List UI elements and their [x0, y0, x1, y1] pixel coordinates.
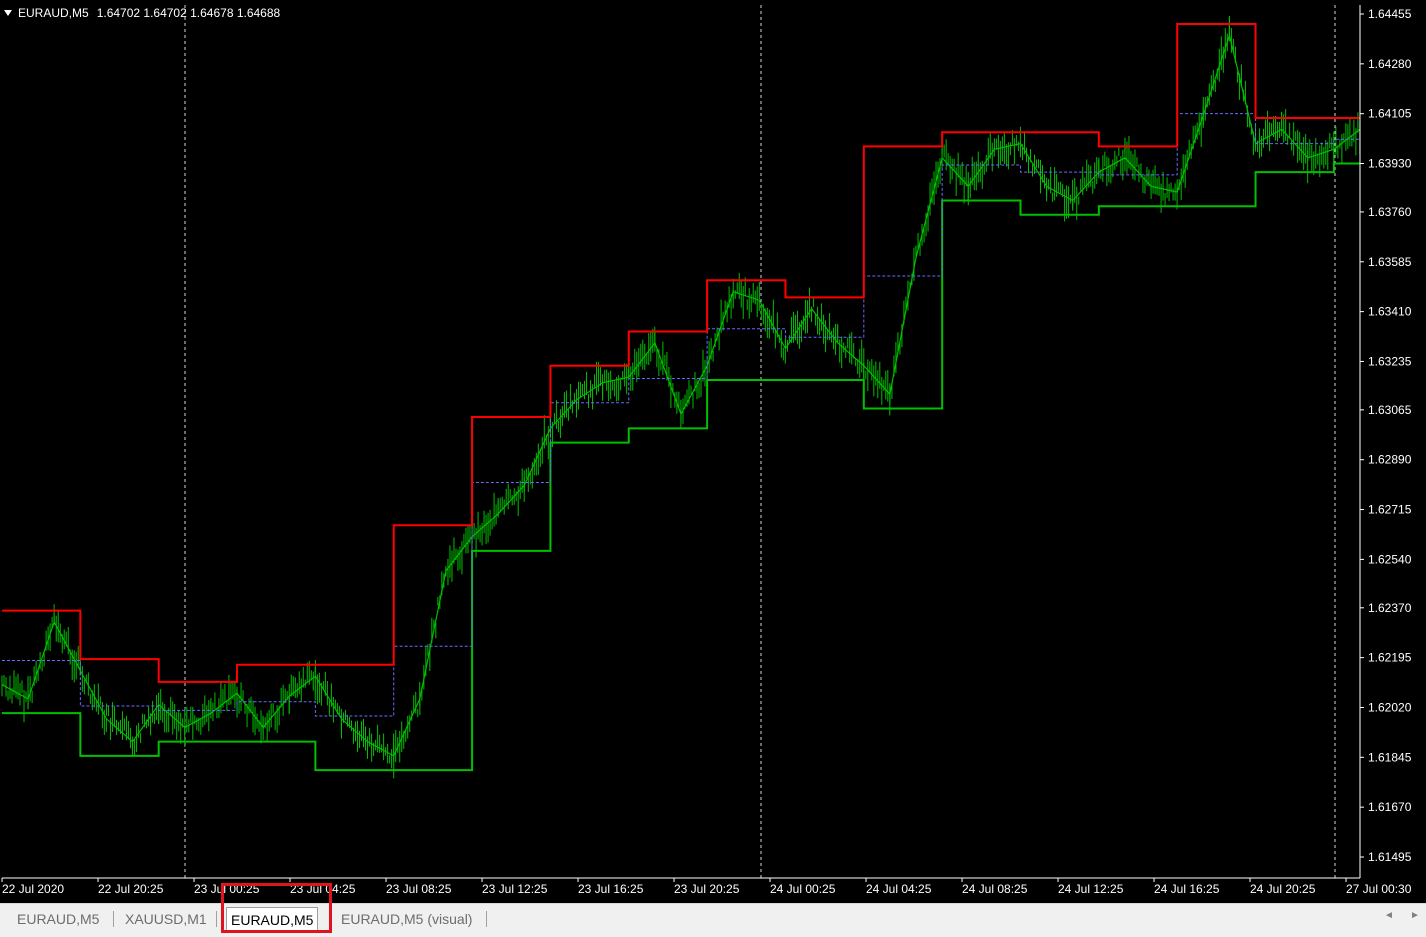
time-tick-label: 24 Jul 16:25	[1154, 882, 1220, 896]
chart-area[interactable]: 1.64455 1.64280 1.64105 1.63930 1.63760 1.635…	[0, 0, 1426, 903]
time-tick-label: 24 Jul 00:25	[770, 882, 836, 896]
time-tick-label: 22 Jul 20:25	[98, 882, 164, 896]
scroll-right-icon[interactable]: ►	[1410, 910, 1420, 921]
time-tick-label: 23 Jul 08:25	[386, 882, 452, 896]
price-tick-label: 1.62715	[1368, 503, 1412, 517]
upper-band-line	[2, 22, 1360, 683]
chart-symbol: EURAUD,M5	[18, 6, 89, 20]
price-chart[interactable]: 1.64455 1.64280 1.64105 1.63930 1.63760 1.635…	[0, 0, 1426, 903]
time-tick-label: 23 Jul 12:25	[482, 882, 548, 896]
price-series-line	[1, 33, 1361, 757]
time-tick-label: 24 Jul 12:25	[1058, 882, 1124, 896]
price-tick-label: 1.61670	[1368, 800, 1412, 814]
price-tick-label: 1.63585	[1368, 255, 1412, 269]
candle-bars	[1, 16, 1361, 779]
time-tick-label: 24 Jul 20:25	[1250, 882, 1316, 896]
scroll-left-icon[interactable]: ◄	[1384, 910, 1394, 921]
time-tick-label: 22 Jul 2020	[2, 882, 64, 896]
tab-separator	[113, 911, 114, 927]
price-tick-label: 1.63410	[1368, 305, 1412, 319]
price-tick-label: 1.63930	[1368, 157, 1412, 171]
price-tick-label: 1.61845	[1368, 750, 1412, 764]
time-tick-label: 23 Jul 20:25	[674, 882, 740, 896]
tab-xauusd-m1[interactable]: XAUUSD,M1	[121, 908, 211, 930]
chart-tab-bar: EURAUD,M5 XAUUSD,M1 EURAUD,M5 EURAUD,M5 …	[0, 903, 1426, 937]
price-tick-label: 1.62540	[1368, 552, 1412, 566]
lower-band-line	[2, 162, 1360, 772]
tab-separator	[216, 911, 217, 927]
tab-euraud-m5[interactable]: EURAUD,M5	[13, 908, 103, 930]
price-tick-label: 1.64105	[1368, 107, 1412, 121]
chart-header: EURAUD,M5 1.64702 1.64702 1.64678 1.6468…	[4, 6, 280, 20]
time-tick-label: 27 Jul 00:30	[1346, 882, 1412, 896]
annotation-highlight-box	[221, 883, 332, 933]
price-tick-label: 1.62370	[1368, 601, 1412, 615]
time-tick-label: 24 Jul 04:25	[866, 882, 932, 896]
price-tick-label: 1.64455	[1368, 7, 1412, 21]
tab-separator	[486, 911, 487, 927]
time-tick-label: 24 Jul 08:25	[962, 882, 1028, 896]
price-tick-label: 1.62890	[1368, 453, 1412, 467]
chart-ohlc: 1.64702 1.64702 1.64678 1.64688	[96, 6, 281, 20]
price-tick-label: 1.61495	[1368, 850, 1412, 864]
price-tick-label: 1.63065	[1368, 403, 1412, 417]
price-tick-label: 1.63235	[1368, 354, 1412, 368]
price-tick-label: 1.62020	[1368, 700, 1412, 714]
tab-euraud-m5-visual[interactable]: EURAUD,M5 (visual)	[337, 908, 476, 930]
price-tick-label: 1.62195	[1368, 651, 1412, 665]
price-tick-label: 1.64280	[1368, 57, 1412, 71]
time-tick-label: 23 Jul 16:25	[578, 882, 644, 896]
price-tick-label: 1.63760	[1368, 205, 1412, 219]
dropdown-triangle-icon[interactable]	[4, 10, 12, 16]
